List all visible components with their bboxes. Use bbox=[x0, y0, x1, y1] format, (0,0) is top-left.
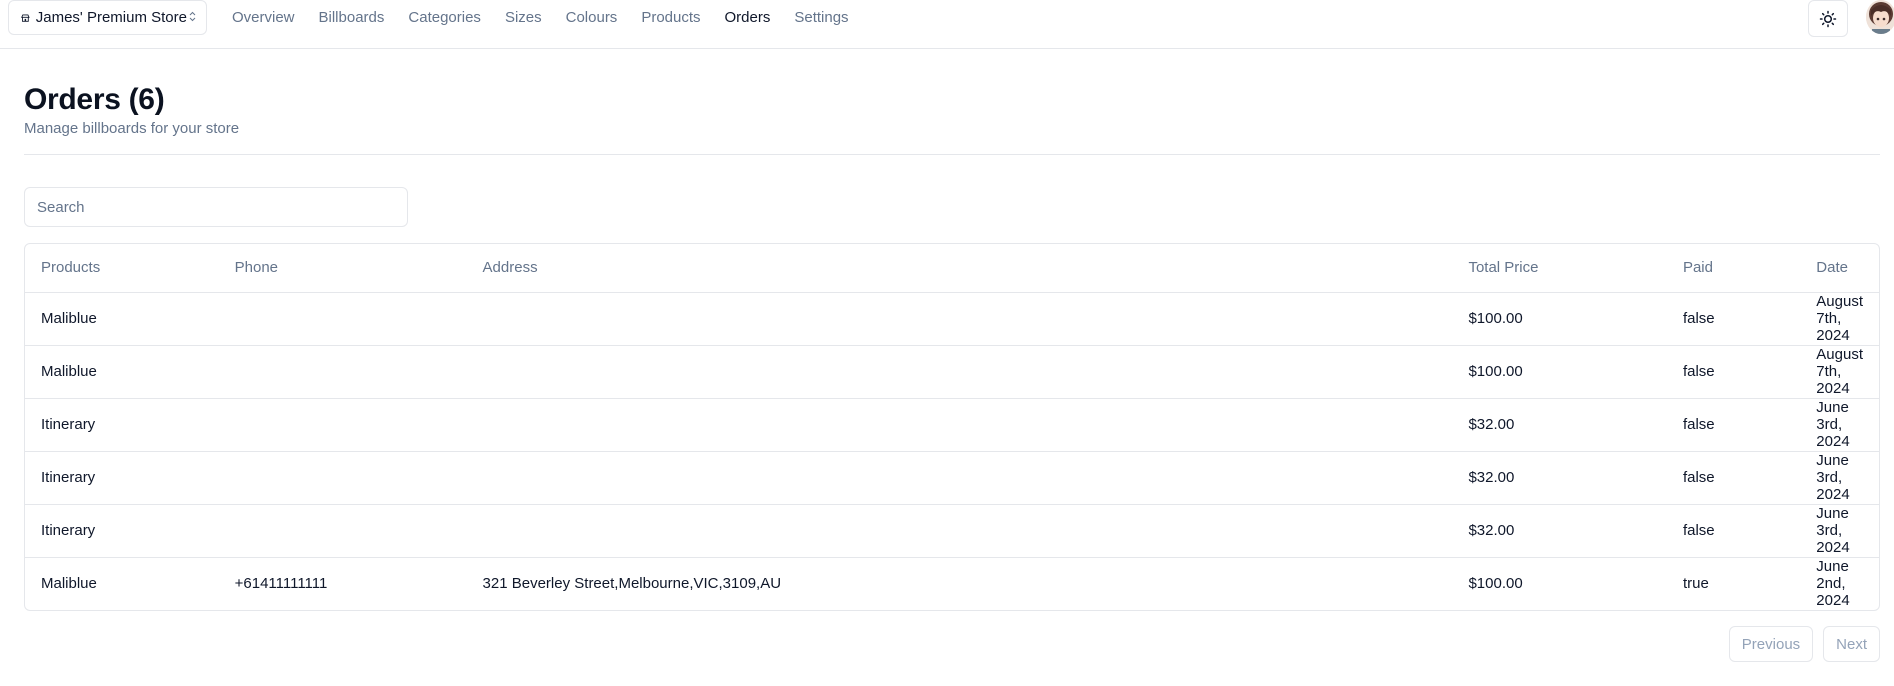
sun-icon bbox=[1819, 10, 1837, 27]
cell-phone bbox=[218, 292, 467, 346]
cell-paid: true bbox=[1682, 575, 1709, 593]
cell-date: June 2nd, 2024 bbox=[1816, 558, 1850, 610]
cell-address: 321 Beverley Street,Melbourne,VIC,3109,A… bbox=[482, 575, 782, 593]
column-header-address: Address bbox=[466, 244, 1453, 293]
cell-address bbox=[466, 451, 1453, 505]
cell-phone bbox=[218, 504, 467, 558]
cell-products: Maliblue bbox=[41, 575, 97, 593]
cell-paid: false bbox=[1666, 451, 1801, 505]
cell-total-price: $100.00 bbox=[1468, 575, 1523, 593]
orders-table: Products Phone Address Total Price Paid … bbox=[24, 243, 1880, 611]
column-header-products: Products bbox=[25, 244, 219, 293]
previous-button[interactable]: Previous bbox=[1728, 626, 1814, 662]
cell-address bbox=[466, 345, 1453, 399]
page-heading: Orders (6) Manage billboards for your st… bbox=[24, 80, 239, 137]
cell-address bbox=[466, 504, 1453, 558]
store-icon bbox=[21, 14, 30, 22]
pagination: Previous Next bbox=[1728, 626, 1880, 662]
nav-sizes[interactable]: Sizes bbox=[505, 9, 542, 26]
top-navigation-bar: James' Premium Store Overview Billboards… bbox=[0, 0, 1894, 49]
cell-phone bbox=[218, 345, 467, 399]
cell-products: Maliblue bbox=[25, 292, 219, 346]
cell-paid: false bbox=[1666, 292, 1801, 346]
next-button[interactable]: Next bbox=[1823, 626, 1880, 662]
table-row: Maliblue $100.00 false August 7th, 2024 bbox=[25, 292, 1879, 346]
cell-total-price: $32.00 bbox=[1452, 451, 1667, 505]
table-row: Itinerary $32.00 false June 3rd, 2024 bbox=[25, 504, 1879, 558]
cell-date: August 7th, 2024 bbox=[1800, 345, 1879, 399]
column-header-total-price: Total Price bbox=[1452, 244, 1667, 293]
cell-phone: +61411111111 bbox=[234, 575, 328, 593]
search-input[interactable] bbox=[24, 187, 408, 227]
separator bbox=[24, 154, 1880, 155]
cell-paid: false bbox=[1666, 504, 1801, 558]
cell-paid: false bbox=[1666, 345, 1801, 399]
page-subtitle: Manage billboards for your store bbox=[24, 120, 240, 137]
cell-total-price: $100.00 bbox=[1452, 292, 1667, 346]
nav-products[interactable]: Products bbox=[641, 9, 700, 26]
theme-toggle-button[interactable] bbox=[1808, 0, 1848, 37]
nav-colours[interactable]: Colours bbox=[566, 9, 618, 26]
store-name: James' Premium Store bbox=[35, 9, 187, 26]
nav-orders[interactable]: Orders bbox=[725, 9, 771, 26]
chevrons-up-down-icon bbox=[189, 11, 196, 24]
table-row: Maliblue +61411111111 321 Beverley Stree… bbox=[25, 557, 1879, 610]
store-switcher[interactable]: James' Premium Store bbox=[8, 0, 207, 35]
cell-date: August 7th, 2024 bbox=[1800, 292, 1879, 346]
cell-phone bbox=[218, 451, 467, 505]
main-nav: Overview Billboards Categories Sizes Col… bbox=[232, 0, 873, 35]
cell-phone bbox=[218, 398, 467, 452]
nav-settings[interactable]: Settings bbox=[794, 9, 848, 26]
cell-address bbox=[466, 292, 1453, 346]
cell-products: Itinerary bbox=[25, 451, 219, 505]
page-title: Orders (6) bbox=[24, 83, 165, 116]
cell-total-price: $100.00 bbox=[1452, 345, 1667, 399]
nav-billboards[interactable]: Billboards bbox=[319, 9, 385, 26]
cell-total-price: $32.00 bbox=[1452, 504, 1667, 558]
table-row: Maliblue $100.00 false August 7th, 2024 bbox=[25, 345, 1879, 399]
cell-date: June 3rd, 2024 bbox=[1800, 504, 1879, 558]
cell-products: Itinerary bbox=[25, 504, 219, 558]
nav-categories[interactable]: Categories bbox=[408, 9, 481, 26]
column-header-date: Date bbox=[1800, 244, 1879, 293]
cell-date: June 3rd, 2024 bbox=[1800, 451, 1879, 505]
column-header-phone: Phone bbox=[218, 244, 467, 293]
cell-date: June 3rd, 2024 bbox=[1800, 398, 1879, 452]
user-avatar[interactable] bbox=[1866, 0, 1894, 34]
cell-address bbox=[466, 398, 1453, 452]
column-header-paid: Paid bbox=[1666, 244, 1801, 293]
cell-total-price: $32.00 bbox=[1452, 398, 1667, 452]
cell-products: Itinerary bbox=[25, 398, 219, 452]
cell-products: Maliblue bbox=[25, 345, 219, 399]
table-header-row: Products Phone Address Total Price Paid … bbox=[25, 244, 1879, 293]
table-row: Itinerary $32.00 false June 3rd, 2024 bbox=[25, 451, 1879, 505]
nav-overview[interactable]: Overview bbox=[232, 9, 295, 26]
cell-paid: false bbox=[1666, 398, 1801, 452]
table-row: Itinerary $32.00 false June 3rd, 2024 bbox=[25, 398, 1879, 452]
